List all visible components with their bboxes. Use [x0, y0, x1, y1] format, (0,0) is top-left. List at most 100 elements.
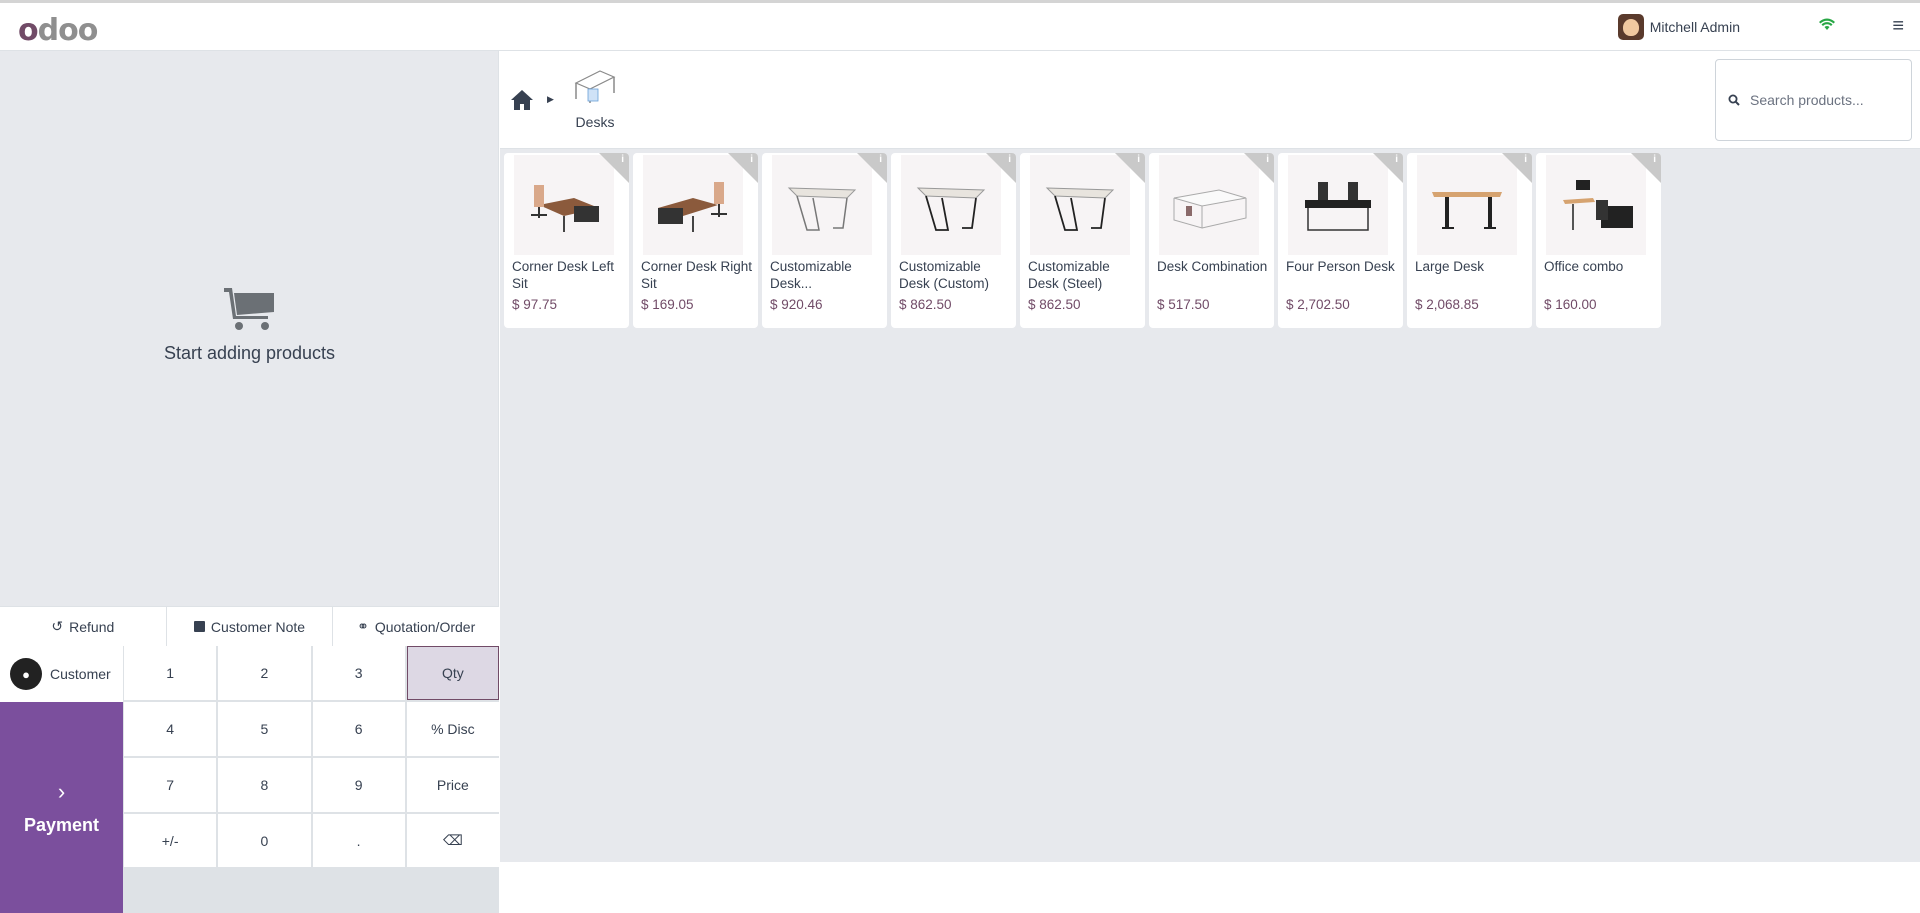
product-price: $ 169.05	[641, 297, 694, 312]
caret-right-icon: ▶	[547, 94, 554, 104]
category-label: Desks	[575, 114, 615, 130]
product-name: Office combo	[1544, 259, 1624, 274]
user-avatar	[1617, 14, 1644, 40]
product-info-icon[interactable]	[1115, 153, 1145, 183]
user-name: Mitchell Admin	[1649, 19, 1740, 35]
customer-button[interactable]: ● Customer	[0, 646, 123, 702]
product-info-icon[interactable]	[986, 153, 1016, 183]
key-decimal[interactable]: .	[312, 814, 405, 867]
customer-note-label: Customer Note	[210, 618, 306, 635]
empty-order-text: Start adding products	[163, 343, 336, 363]
info-icon[interactable]: i	[879, 154, 882, 165]
info-icon[interactable]: i	[1524, 154, 1527, 165]
product-name: Desk Combination	[1157, 259, 1268, 274]
key-2[interactable]: 2	[218, 646, 311, 700]
product-name: Customizable Desk (Custom)	[899, 259, 990, 291]
product-price: $ 97.75	[512, 297, 558, 312]
product-info-icon[interactable]	[857, 153, 887, 183]
product-info-icon[interactable]	[1373, 153, 1403, 183]
product-name: Corner Desk Right Sit	[641, 259, 753, 291]
payment-button[interactable]: › Payment	[0, 702, 123, 913]
product-name: Customizable Desk...	[770, 259, 852, 291]
key-3[interactable]: 3	[312, 646, 405, 700]
key-0[interactable]: 0	[218, 814, 311, 867]
product-card[interactable]: i Corner Desk Left Sit $ 97.75	[504, 153, 629, 328]
product-price: $ 517.50	[1157, 297, 1210, 312]
category-desks[interactable]: Desks	[574, 69, 616, 130]
undo-icon: ↺	[51, 618, 64, 634]
product-card[interactable]: i Office combo $ 160.00	[1536, 153, 1661, 328]
key-4[interactable]: 4	[124, 702, 217, 756]
customer-note-button[interactable]: Customer Note	[167, 607, 334, 646]
quotation-order-label: Quotation/Order	[374, 618, 476, 635]
control-buttons: ↺ Refund Customer Note ⚭ Quotation/Order	[0, 606, 499, 646]
product-price: $ 2,702.50	[1286, 297, 1350, 312]
info-icon[interactable]: i	[1653, 154, 1656, 165]
refund-button[interactable]: ↺ Refund	[0, 607, 167, 646]
cart-icon	[222, 286, 278, 337]
product-name: Four Person Desk	[1286, 259, 1395, 274]
note-icon	[193, 621, 205, 632]
info-icon[interactable]: i	[1008, 154, 1011, 165]
link-icon: ⚭	[357, 618, 369, 634]
key-plus-minus[interactable]: +/-	[124, 814, 217, 867]
info-icon[interactable]: i	[1395, 154, 1398, 165]
product-name: Corner Desk Left Sit	[512, 259, 615, 291]
product-card[interactable]: i Corner Desk Right Sit $ 169.05	[633, 153, 758, 328]
product-info-icon[interactable]	[1502, 153, 1532, 183]
product-name: Large Desk	[1415, 259, 1485, 274]
product-price: $ 2,068.85	[1415, 297, 1479, 312]
search-input[interactable]	[1750, 92, 1900, 108]
numpad: 1 2 3 Qty 4 5 6 % Disc 7 8 9 Price +/- 0…	[124, 646, 499, 913]
key-9[interactable]: 9	[312, 758, 405, 812]
order-panel: Start adding products ↺ Refund Customer …	[0, 51, 499, 913]
product-price: $ 862.50	[1028, 297, 1081, 312]
user-menu[interactable]: Mitchell Admin	[1617, 14, 1740, 40]
key-6[interactable]: 6	[312, 702, 405, 756]
info-icon[interactable]: i	[750, 154, 753, 165]
key-qty[interactable]: Qty	[406, 646, 499, 700]
key-discount[interactable]: % Disc	[406, 702, 499, 756]
product-price: $ 920.46	[770, 297, 823, 312]
key-5[interactable]: 5	[218, 702, 311, 756]
key-7[interactable]: 7	[124, 758, 217, 812]
product-info-icon[interactable]	[1244, 153, 1274, 183]
customer-label: Customer	[50, 666, 111, 682]
refund-label: Refund	[69, 618, 115, 635]
product-card[interactable]: i Four Person Desk $ 2,702.50	[1278, 153, 1403, 328]
product-list: i Corner Desk Left Sit $ 97.75 i Corner Desk…	[504, 153, 1661, 328]
product-price: $ 862.50	[899, 297, 952, 312]
payment-label: Payment	[23, 815, 100, 835]
search-box[interactable]	[1715, 59, 1912, 141]
key-backspace[interactable]: ⌫	[406, 814, 499, 867]
product-price: $ 160.00	[1544, 297, 1597, 312]
desk-icon	[574, 70, 616, 103]
info-icon[interactable]: i	[1266, 154, 1269, 165]
product-info-icon[interactable]	[1631, 153, 1661, 183]
product-name: Customizable Desk (Steel)	[1028, 259, 1110, 291]
product-info-icon[interactable]	[728, 153, 758, 183]
numpad-area: ● Customer › Payment 1 2 3 Qty 4 5 6 % D…	[0, 646, 499, 913]
product-card[interactable]: i Large Desk $ 2,068.85	[1407, 153, 1532, 328]
odoo-logo: odoo	[18, 13, 98, 48]
menu-icon[interactable]: ≡	[1892, 15, 1904, 38]
product-card[interactable]: i Customizable Desk (Steel) $ 862.50	[1020, 153, 1145, 328]
search-icon	[1728, 94, 1740, 106]
product-info-icon[interactable]	[599, 153, 629, 183]
quotation-order-button[interactable]: ⚭ Quotation/Order	[333, 607, 499, 646]
product-card[interactable]: i Desk Combination $ 517.50	[1149, 153, 1274, 328]
category-bar: ▶ Desks	[500, 51, 1920, 149]
user-icon: ●	[10, 658, 42, 690]
info-icon[interactable]: i	[1137, 154, 1140, 165]
top-navbar: odoo Mitchell Admin ≡	[0, 0, 1920, 51]
info-icon[interactable]: i	[621, 154, 624, 165]
product-card[interactable]: i Customizable Desk... $ 920.46	[762, 153, 887, 328]
key-1[interactable]: 1	[124, 646, 217, 700]
key-8[interactable]: 8	[218, 758, 311, 812]
key-price[interactable]: Price	[406, 758, 499, 812]
empty-order: Start adding products	[0, 286, 499, 364]
wifi-icon[interactable]	[1819, 17, 1835, 35]
home-icon[interactable]	[510, 89, 534, 116]
product-card[interactable]: i Customizable Desk (Custom) $ 862.50	[891, 153, 1016, 328]
chevron-right-icon: ›	[57, 779, 66, 804]
